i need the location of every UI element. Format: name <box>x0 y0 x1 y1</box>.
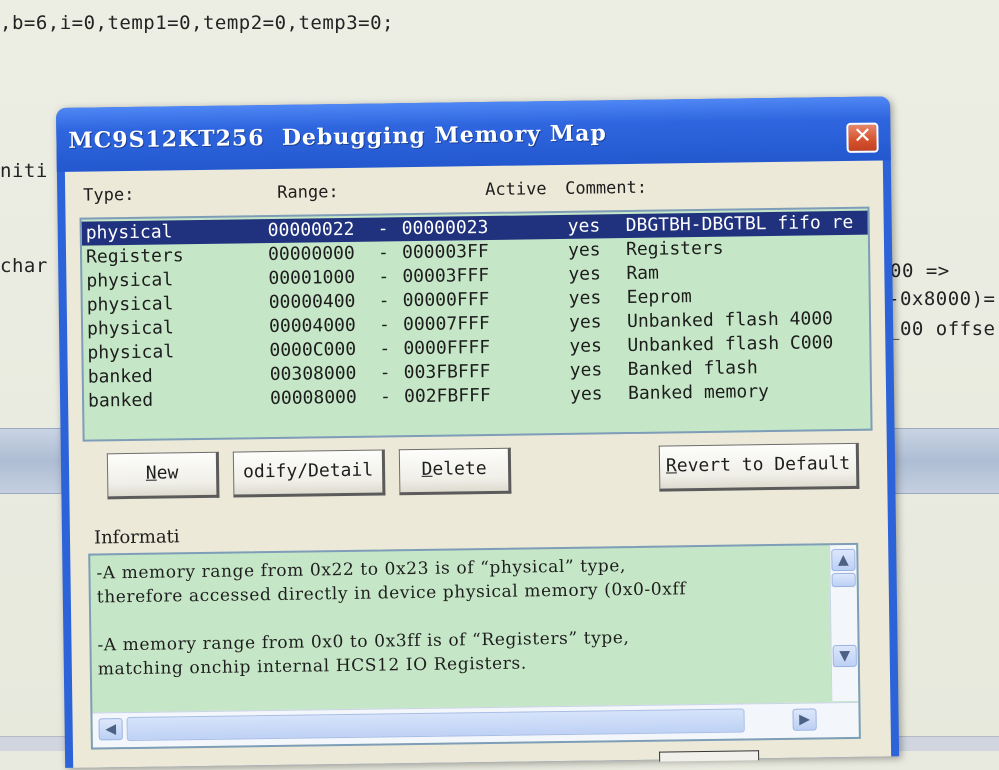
scroll-down-icon: ▼ <box>839 647 851 665</box>
info-line: therefore accessed directly in device ph… <box>96 579 687 608</box>
delete-button-mnemonic: D <box>421 458 433 480</box>
code-fragment: -0x8000)= <box>888 288 996 310</box>
delete-button-label: elete <box>432 458 487 480</box>
row-comment: Eeprom <box>626 286 692 309</box>
row-active: yes <box>569 335 603 357</box>
row-active: yes <box>568 311 602 333</box>
memory-map-dialog: MC9S12KT256 Debugging Memory Map ✕ Type:… <box>56 96 900 768</box>
row-type: banked <box>87 389 154 412</box>
information-label: Informati <box>93 526 180 549</box>
row-type: physical <box>87 341 175 364</box>
scroll-up-button[interactable]: ▲ <box>831 548 856 572</box>
row-comment: DBGTBH-DBGTBL fifo re <box>625 211 854 237</box>
row-range-separator: - <box>379 362 391 384</box>
code-fragment: 00 => <box>890 260 950 282</box>
scroll-right-button[interactable]: ▶ <box>792 708 817 731</box>
delete-button[interactable]: Delete <box>398 447 512 496</box>
code-fragment: _00 offse <box>888 318 996 340</box>
row-range-start: 00000400 <box>268 290 356 314</box>
new-button-label: ew <box>156 462 179 484</box>
row-range-start: 00000000 <box>267 242 355 266</box>
close-icon: ✕ <box>853 123 872 149</box>
row-comment: Unbanked flash 4000 <box>626 308 834 333</box>
row-range-start: 00008000 <box>269 386 357 410</box>
modify-detail-button[interactable]: odify/Detail <box>232 449 386 498</box>
row-type: physical <box>86 269 174 292</box>
code-line: ,b=6,i=0,temp1=0,temp2=0,temp3=0; <box>0 12 394 34</box>
row-comment: Registers <box>625 237 724 261</box>
row-active: yes <box>568 263 602 285</box>
information-textbox[interactable]: -A memory range from 0x22 to 0x23 is of … <box>88 542 861 750</box>
horizontal-scroll-thumb[interactable] <box>126 708 745 742</box>
row-range-end: 0000FFFF <box>403 336 491 360</box>
revert-to-default-button[interactable]: Revert to Default <box>658 442 860 492</box>
row-range-start: 00001000 <box>268 266 356 290</box>
scroll-up-icon: ▲ <box>837 551 849 569</box>
row-range-separator: - <box>378 290 390 312</box>
row-type: banked <box>87 365 153 388</box>
row-range-separator: - <box>379 386 392 408</box>
row-range-start: 00004000 <box>268 314 356 338</box>
dialog-client-area: Type: Range: Active Comment: physical 00… <box>64 160 892 768</box>
code-fragment: char <box>0 255 48 277</box>
row-range-end: 00000023 <box>401 216 489 240</box>
memory-range-list[interactable]: physical 00000022 - 00000023 yes DBGTBH-… <box>79 206 873 442</box>
info-horizontal-scrollbar[interactable]: ◀ ▶ <box>92 701 859 748</box>
column-header-range: Range: <box>277 182 339 203</box>
row-active: yes <box>569 383 603 405</box>
row-comment: Banked flash <box>627 357 758 381</box>
scroll-left-button[interactable]: ◀ <box>98 718 123 741</box>
row-comment: Banked memory <box>627 381 770 405</box>
close-button[interactable]: ✕ <box>846 122 879 153</box>
info-line: matching onchip internal HCS12 IO Regist… <box>97 653 527 680</box>
info-line: -A memory range from 0x0 to 0x3ff is of … <box>97 628 630 656</box>
row-range-end: 003FBFFF <box>403 360 491 384</box>
row-range-separator: - <box>377 218 389 240</box>
modify-detail-label: odify/Detail <box>242 459 374 483</box>
column-header-type: Type: <box>83 184 135 206</box>
ok-button-partial[interactable] <box>659 750 760 762</box>
revert-button-label: evert to Default <box>676 452 851 477</box>
row-type: physical <box>85 221 173 244</box>
row-range-end: 00007FFF <box>402 312 490 336</box>
info-vertical-scrollbar[interactable]: ▲ ▼ <box>829 544 859 702</box>
scroll-left-icon: ◀ <box>105 721 117 738</box>
scroll-right-icon: ▶ <box>799 711 811 728</box>
row-active: yes <box>567 239 601 261</box>
row-range-separator: - <box>379 338 391 360</box>
row-range-end: 00000FFF <box>402 288 490 312</box>
row-type: physical <box>86 317 174 340</box>
column-header-active: Active <box>485 179 547 201</box>
row-type: physical <box>86 293 174 316</box>
code-fragment: niti <box>0 160 48 182</box>
row-range-start: 0000C000 <box>269 338 357 362</box>
column-header-comment: Comment: <box>565 177 648 199</box>
row-range-end: 00003FFF <box>402 264 490 288</box>
row-range-separator: - <box>378 266 390 288</box>
row-comment: Ram <box>626 262 660 285</box>
dialog-titlebar[interactable]: MC9S12KT256 Debugging Memory Map ✕ <box>56 96 891 172</box>
row-range-start: 00000022 <box>267 218 355 242</box>
scroll-down-button[interactable]: ▼ <box>832 644 857 668</box>
new-button[interactable]: New <box>106 451 220 500</box>
revert-button-mnemonic: R <box>665 455 677 477</box>
new-button-mnemonic: N <box>145 462 157 484</box>
row-range-start: 00308000 <box>269 362 357 386</box>
row-range-end: 002FBFFF <box>403 384 491 408</box>
row-type: Registers <box>85 245 184 268</box>
row-range-end: 000003FF <box>401 240 489 264</box>
info-line: -A memory range from 0x22 to 0x23 is of … <box>96 556 627 584</box>
row-active: yes <box>568 287 602 309</box>
dialog-title: MC9S12KT256 Debugging Memory Map <box>68 120 607 154</box>
row-active: yes <box>567 215 601 237</box>
row-range-separator: - <box>377 242 390 264</box>
row-active: yes <box>569 359 603 381</box>
scroll-thumb[interactable] <box>831 572 856 588</box>
row-comment: Unbanked flash C000 <box>627 332 834 357</box>
row-range-separator: - <box>378 314 391 336</box>
